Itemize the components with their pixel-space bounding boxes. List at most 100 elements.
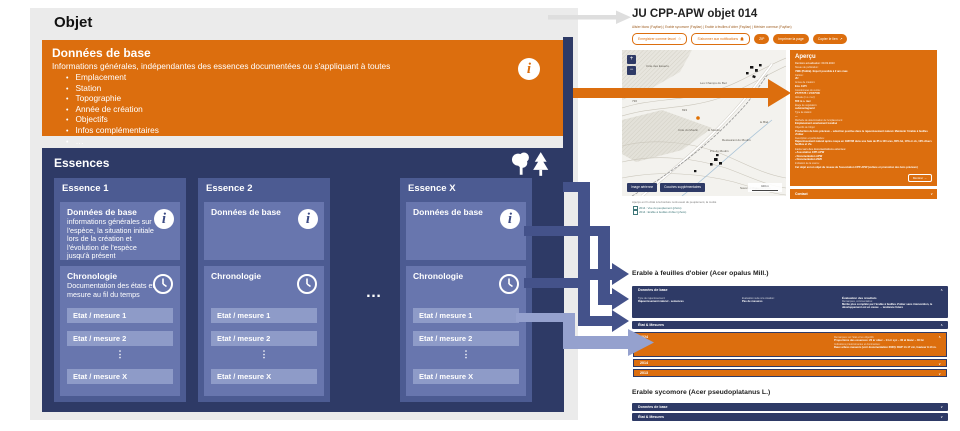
apercu-value: VWE (Publié). Export possible à 2 ans ma… [795,70,932,73]
essence-title: Essence 1 [54,178,186,197]
apercu-updated: Dernière actualisation: 09.03.2023 [795,62,932,65]
print-label: Imprimer la page [778,34,803,44]
map-label: Pré du Moulin [710,149,729,153]
apercu-value: submontagnard [795,107,932,110]
etat-mesure-row: Etat / mesure X [67,369,173,384]
entry-2014[interactable]: 2014 ∨ [633,359,947,367]
essences-box: Essences Essence 1 Données de base infor… [42,148,564,412]
favorite-button[interactable]: Enregistrer comme favori ☆ [632,33,687,45]
etat-mesure-row: Etat / mesure X [211,369,317,384]
map-label: Côte du Moulin [678,128,698,132]
essence-column-1: Essence 1 Données de base informations g… [54,178,186,402]
apercu-value: 650 m s. mer [795,100,932,103]
contact-accordion[interactable]: Contact ∨ [790,189,937,199]
zip-button[interactable]: ZIP [754,34,769,44]
photo-link[interactable]: 2014 : Erable à feuilles d'obier (photo) [633,210,686,215]
copy-label: Copier le lien [818,34,838,44]
favorite-label: Enregistrer comme favori [638,34,676,44]
chevron-up-icon[interactable]: ∧ [940,288,943,292]
entry-year: 2014 [634,360,946,365]
bell-icon [740,37,744,42]
db-col-value: Rajeunissement naturel - semences [638,300,733,303]
diagram-title: Objet [54,14,92,31]
etat-mesures-bar-sycomore[interactable]: État & Mesures ∨ [632,413,948,421]
essence-chrono-box: Chronologie Documentation des états et m… [60,266,180,396]
map-scale: 100 m [748,183,782,192]
base-data-subtitle: Informations générales, indépendantes de… [52,61,554,71]
photo-thumbnail[interactable] [641,215,671,262]
entry-2013[interactable]: 2013 ∨ [633,369,947,377]
diagram-panel: Objet Données de base Informations génér… [30,8,578,420]
section-title-obier: Erable à feuilles d'obier (Acer opalus M… [632,270,768,277]
print-button[interactable]: Imprimer la page [773,34,808,44]
apercu-panel: Aperçu Dernière actualisation: 09.03.202… [790,50,937,186]
chevron-down-icon[interactable]: ∨ [938,360,941,368]
info-icon [154,209,174,229]
etat-mesures-label: État & Mesures [632,321,948,329]
object-marker [696,116,700,120]
notify-label: S'abonner aux notifications [697,34,738,44]
star-icon: ☆ [678,34,682,44]
essence-title: Essence 2 [198,178,330,197]
essence-column-x: Essence X Données de base Chronologie Et… [400,178,532,402]
section-title-sycomore: Erable sycomore (Acer pseudoplatanus L.) [632,389,770,396]
map[interactable]: + − Côte des Esserts Les Champs du Bez 7… [622,50,786,196]
rows-ellipsis: ⋮ [67,349,173,360]
species-links[interactable]: Alisier blanc (Fayllan) | Erable sycomor… [632,25,792,29]
extra-layers-button[interactable]: Couches supplémentaires [660,183,705,192]
apercu-value: JU [795,77,932,80]
etat-mesure-row: Etat / mesure 2 [211,331,317,346]
bullet: Station [66,84,554,95]
notifications-button[interactable]: S'abonner aux notifications [691,33,750,45]
base-data-bullets: Emplacement Station Topographie Année de… [52,73,554,147]
chevron-down-icon[interactable]: ∨ [938,370,941,378]
contact-label: Contact [795,192,808,196]
apercu-objective: Production de bois précieux – sélection … [795,130,932,136]
show-more-button[interactable]: Montrer → [908,174,932,182]
db-panel-header: Données de base [632,286,948,292]
etat-mesures-bar-obier[interactable]: État & Mesures ∧ [632,321,948,329]
apercu-value: Env. 1975 [795,85,932,88]
trees-icon [510,151,552,178]
essence-db-box: Données de base informations générales s… [60,202,180,260]
clock-icon [152,273,174,295]
aerial-image-button[interactable]: Image aérienne [627,183,657,192]
etat-mesure-row: Etat / mesure 2 [67,331,173,346]
entry-value: Proportions des essences: 20 ér obier – … [834,339,942,342]
bullet: … [66,137,554,148]
apercu-description: Rajeunissement naturel après coupe en 19… [795,140,932,146]
apercu-link[interactable]: › Documentation 2020 [795,158,932,161]
info-icon [518,58,540,80]
essence-chrono-box: Chronologie Etat / mesure 1 Etat / mesur… [406,266,526,396]
rows-ellipsis: ⋮ [211,349,317,360]
db-col-value: Pas de mesures [742,300,832,303]
essence-title: Essence X [400,178,532,197]
map-zoom-in-button[interactable]: + [627,55,636,64]
info-icon [298,209,318,229]
essence-chrono-box: Chronologie Etat / mesure 1 Etat / mesur… [204,266,324,396]
chevron-down-icon[interactable]: ∨ [940,403,943,411]
map-scale-label: 100 m [761,184,769,188]
map-zoom-out-button[interactable]: − [627,66,636,75]
entry-year: 2013 [634,370,946,375]
bullet: Emplacement [66,73,554,84]
entry-value: Deux arbres mesurés (voir documentation … [834,346,942,349]
bullet: Année de création [66,105,554,116]
copy-link-button[interactable]: Copier le lien ↗ [813,34,848,44]
etat-mesures-label: État & Mesures [632,413,948,421]
essence-chrono-body: Documentation des états et mesure au fil… [67,282,155,299]
map-label: 736 [632,99,637,103]
essence-column-2: Essence 2 Données de base Chronologie Et… [198,178,330,402]
clock-icon [296,273,318,295]
chevron-up-icon[interactable]: ∧ [940,321,943,329]
etat-mesure-row: Etat / mesure X [413,369,519,384]
db-panel-obier[interactable]: Données de base ∧ Type de rajeunissement… [632,286,948,318]
apercu-title: Aperçu [795,54,932,60]
db-bar-sycomore[interactable]: Données de base ∨ [632,403,948,411]
entry-2024[interactable]: 2024 ∧ Remarques sur l'état et les objec… [633,332,947,357]
map-label: Côte des Esserts [646,64,669,68]
photo-caption: Aperçu en fin d'été à la bordure nord-ou… [632,200,716,204]
essence-db-box: Données de base [204,202,324,260]
base-data-title: Données de base [52,46,554,60]
chevron-down-icon[interactable]: ∨ [940,413,943,421]
